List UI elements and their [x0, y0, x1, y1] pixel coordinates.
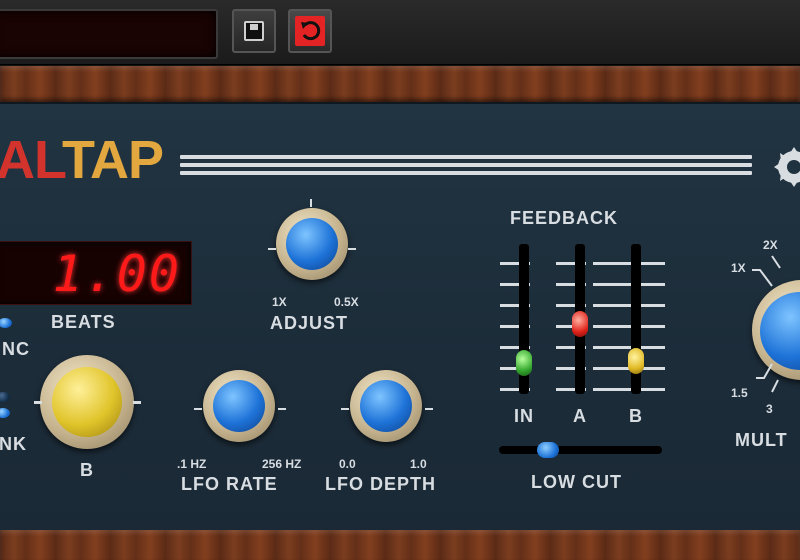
lfo-depth-min-label: 0.0	[339, 457, 356, 471]
gear-icon	[774, 147, 800, 187]
feedback-b-slider[interactable]	[628, 348, 644, 374]
lfo-rate-knob[interactable]	[203, 370, 275, 442]
lfo-rate-min-label: .1 HZ	[177, 457, 207, 471]
beats-label: BEATS	[51, 312, 116, 332]
sync-label: NC	[2, 339, 30, 359]
wood-rail-bottom	[0, 530, 800, 560]
multiply-mark-3: 3	[766, 402, 773, 416]
logo-stripe	[180, 155, 752, 159]
lfo-rate-tick	[278, 408, 286, 410]
feedback-scale-rung	[593, 388, 665, 391]
lfo-rate-max-label: 256 HZ	[262, 457, 302, 471]
feedback-scale-rung	[593, 262, 665, 265]
save-icon	[244, 21, 264, 41]
feedback-scale-rung	[593, 283, 665, 286]
adjust-max-label: 0.5X	[334, 295, 359, 309]
feedback-a-label: A	[573, 406, 587, 426]
low-cut-track[interactable]	[499, 446, 662, 454]
feedback-in-label: IN	[514, 406, 534, 426]
feedback-b-label: B	[629, 406, 643, 426]
adjust-tick	[310, 199, 312, 207]
feedback-title: FEEDBACK	[510, 208, 619, 228]
link-label: NK	[0, 434, 27, 454]
multiply-label: MULT	[735, 430, 788, 450]
multiply-mark-1-5: 1.5	[731, 386, 748, 400]
feedback-a-slider[interactable]	[572, 311, 588, 337]
adjust-knob[interactable]	[276, 208, 348, 280]
delay-time-display: 1.00	[0, 241, 192, 305]
reset-icon	[295, 16, 325, 46]
lfo-depth-max-label: 1.0	[410, 457, 427, 471]
adjust-tick	[268, 248, 276, 250]
feedback-scale-rung	[593, 304, 665, 307]
lfo-rate-knob-cap	[213, 380, 265, 432]
lfo-depth-knob[interactable]	[350, 370, 422, 442]
logo-stripe	[180, 171, 752, 175]
feedback-scale-rung	[593, 325, 665, 328]
preset-display[interactable]	[0, 9, 218, 59]
adjust-tick	[348, 248, 356, 250]
logo-part-red: AL	[0, 130, 63, 190]
multiply-mark-1x: 1X	[731, 261, 746, 275]
low-cut-slider[interactable]	[537, 442, 559, 458]
logo-part-gold: TAP	[61, 130, 164, 190]
logo-wordmark: ALTAP	[0, 130, 164, 190]
lfo-depth-tick	[341, 408, 349, 410]
b-knob[interactable]	[40, 355, 134, 449]
multiply-mark-2x: 2X	[763, 238, 778, 252]
toolbar	[0, 0, 800, 65]
b-knob-tick	[34, 401, 42, 404]
delay-time-value: 1.00	[52, 245, 181, 303]
lfo-rate-label: LFO RATE	[181, 474, 278, 494]
adjust-label: ADJUST	[270, 313, 349, 333]
lfo-depth-tick	[425, 408, 433, 410]
lfo-depth-label: LFO DEPTH	[325, 474, 436, 494]
feedback-scale-rung	[593, 346, 665, 349]
lfo-depth-knob-cap	[360, 380, 412, 432]
logo-stripe	[180, 163, 752, 167]
adjust-min-label: 1X	[272, 295, 287, 309]
b-knob-tick	[133, 401, 141, 404]
altap-plugin-window: ALTAP 1.00 BEATS NC NK B 1X 0.5X ADJUST …	[0, 0, 800, 560]
b-knob-label: B	[80, 460, 94, 480]
feedback-in-slider[interactable]	[516, 350, 532, 376]
wood-rail-top	[0, 66, 800, 102]
save-button[interactable]	[232, 9, 276, 53]
reset-button[interactable]	[288, 9, 332, 53]
low-cut-label: LOW CUT	[531, 472, 622, 492]
adjust-knob-cap	[286, 218, 338, 270]
b-knob-cap	[52, 367, 122, 437]
lfo-rate-tick	[194, 408, 202, 410]
